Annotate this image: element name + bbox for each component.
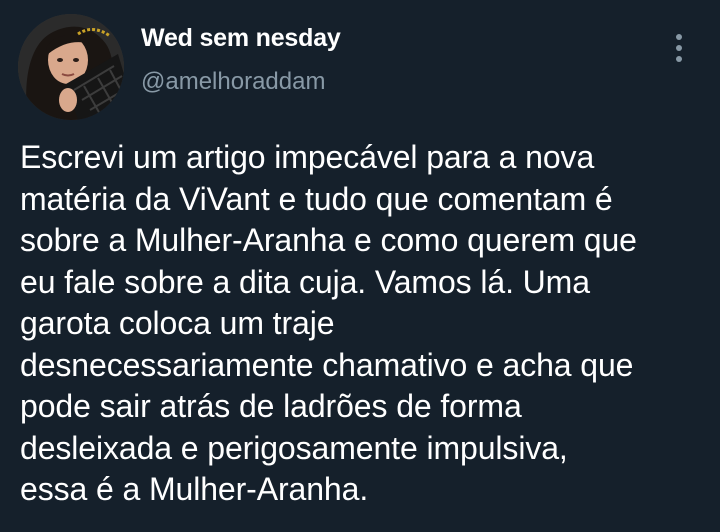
user-handle[interactable]: @amelhoraddam [141,68,325,96]
more-options-icon[interactable] [664,28,694,68]
tweet-card: Wed sem nesday @amelhoraddam Escrevi um … [0,0,720,532]
display-name[interactable]: Wed sem nesday [141,24,341,53]
more-dot [676,34,682,40]
avatar[interactable] [18,14,124,120]
more-dot [676,45,682,51]
tweet-text: Escrevi um artigo impecável para a nova … [20,139,637,507]
avatar-photo [18,14,124,120]
more-dot [676,56,682,62]
